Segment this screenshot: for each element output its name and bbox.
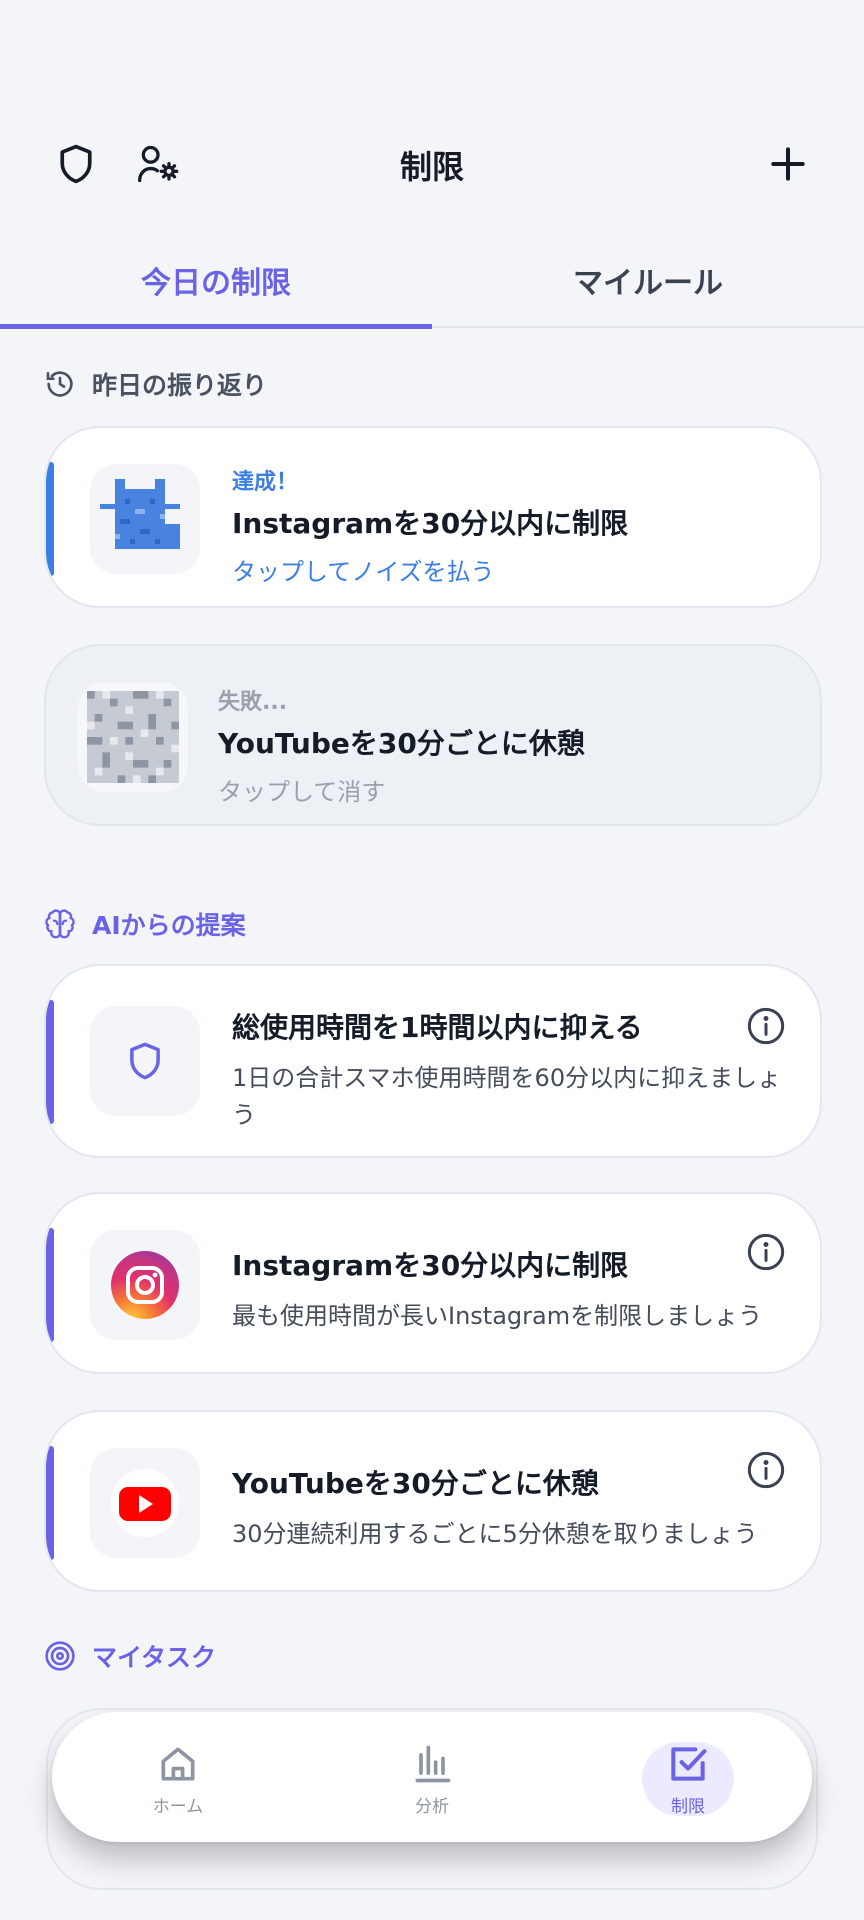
card-accent [46, 1446, 54, 1560]
target-icon [45, 1641, 75, 1671]
tab-active-indicator [0, 324, 432, 329]
shield-icon [90, 1006, 200, 1116]
info-icon[interactable] [746, 1006, 786, 1046]
review-subtitle: タップしてノイズを払う [232, 558, 495, 586]
info-icon[interactable] [746, 1450, 786, 1490]
review-title: Instagramを30分以内に制限 [232, 507, 629, 540]
suggestion-title: Instagramを30分以内に制限 [232, 1249, 629, 1282]
section-ai-title: AIからの提案 [92, 911, 246, 940]
bottom-nav: ホーム 分析 制限 [52, 1712, 812, 1842]
review-card-success[interactable]: 達成！ Instagramを30分以内に制限 タップしてノイズを払う [44, 426, 822, 608]
instagram-icon [90, 1230, 200, 1340]
card-accent [46, 1228, 54, 1342]
nav-limits[interactable]: 制限 [618, 1742, 758, 1817]
review-subtitle: タップして消す [218, 778, 386, 806]
card-accent [46, 1000, 54, 1124]
suggestion-title: YouTubeを30分ごとに休憩 [232, 1467, 599, 1500]
home-icon [161, 1747, 195, 1781]
tab-my-rules[interactable]: マイルール [432, 258, 864, 302]
suggestion-card-youtube[interactable]: YouTubeを30分ごとに休憩 30分連続利用するごとに5分休憩を取りましょう [44, 1410, 822, 1592]
suggestion-card-total-time[interactable]: 総使用時間を1時間以内に抑える 1日の合計スマホ使用時間を60分以内に抑えましょ… [44, 964, 822, 1158]
checkbox-icon [671, 1747, 707, 1781]
app-header: 制限 今日の制限 マイルール [0, 0, 864, 330]
bar-chart-icon [415, 1745, 451, 1783]
suggestion-description: 30分連続利用するごとに5分休憩を取りましょう [232, 1520, 758, 1548]
status-achieved: 達成！ [232, 470, 299, 495]
nav-label: ホーム [152, 1797, 204, 1817]
review-title: YouTubeを30分ごとに休憩 [218, 727, 585, 760]
section-tasks-title: マイタスク [92, 1643, 217, 1672]
brain-icon [45, 909, 75, 939]
noise-image [78, 682, 188, 792]
suggestion-description: 1日の合計スマホ使用時間を60分以内に抑えましょう [232, 1064, 782, 1129]
suggestion-description: 最も使用時間が長いInstagramを制限しましょう [232, 1302, 763, 1330]
nav-home[interactable]: ホーム [108, 1742, 248, 1817]
section-review: 昨日の振り返り [44, 364, 267, 404]
card-accent [46, 462, 54, 576]
nav-label: 制限 [671, 1797, 705, 1817]
section-ai-suggestions: AIからの提案 [44, 904, 246, 944]
section-review-title: 昨日の振り返り [92, 371, 268, 400]
tab-bar: 今日の制限 マイルール [0, 230, 864, 330]
suggestion-title: 総使用時間を1時間以内に抑える [232, 1011, 643, 1044]
info-icon[interactable] [746, 1232, 786, 1272]
history-icon [46, 371, 73, 397]
tab-today-limits[interactable]: 今日の制限 [0, 258, 432, 302]
nav-label: 分析 [415, 1797, 449, 1817]
status-failed: 失敗... [218, 690, 288, 715]
section-my-tasks: マイタスク [44, 1636, 216, 1676]
plus-icon[interactable] [762, 138, 814, 190]
youtube-icon [90, 1448, 200, 1558]
pixel-cat-image [90, 464, 200, 574]
nav-analysis[interactable]: 分析 [362, 1742, 502, 1817]
suggestion-card-instagram[interactable]: Instagramを30分以内に制限 最も使用時間が長いInstagramを制限… [44, 1192, 822, 1374]
review-card-failed[interactable]: 失敗... YouTubeを30分ごとに休憩 タップして消す [44, 644, 822, 826]
page-title: 制限 [399, 148, 464, 186]
